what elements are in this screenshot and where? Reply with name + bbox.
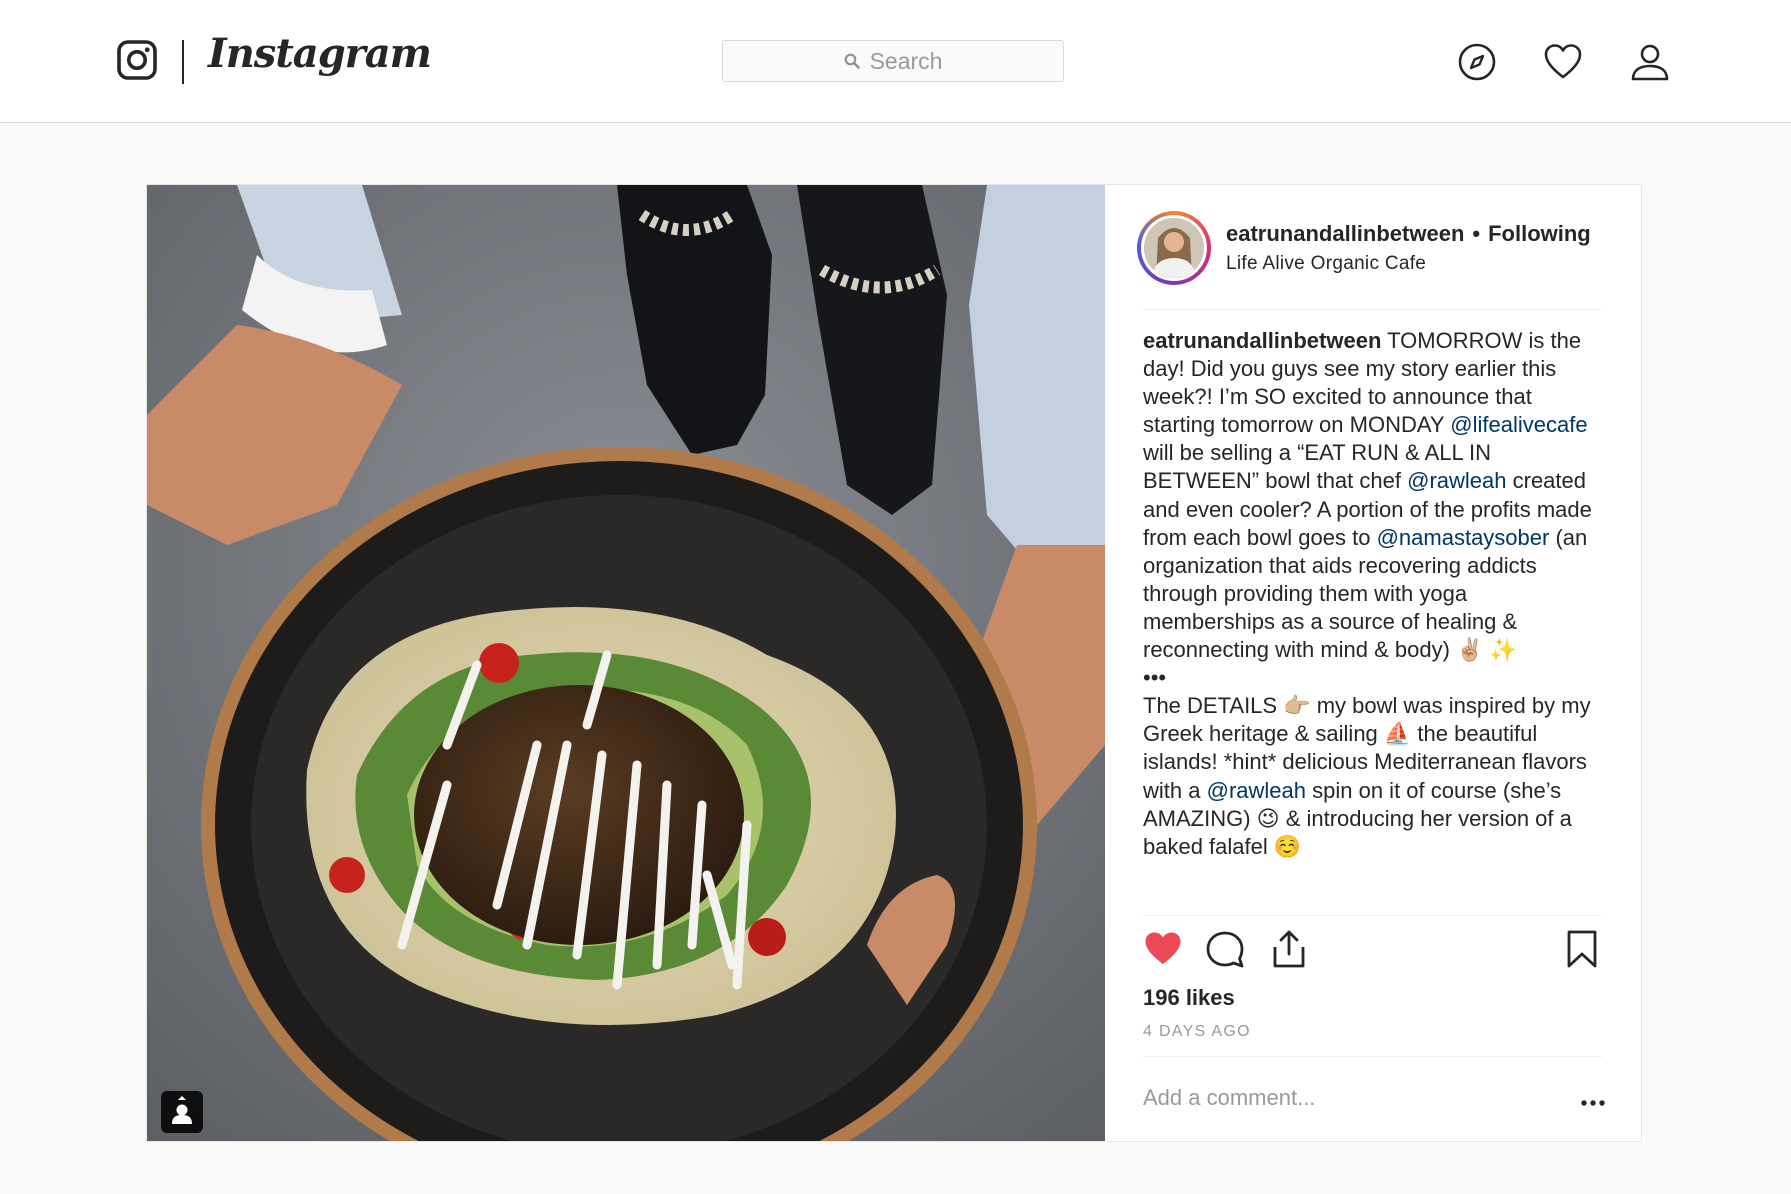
comment-input[interactable]: Add a comment... [1143, 1085, 1543, 1119]
caption-username[interactable]: eatrunandallinbetween [1143, 328, 1381, 353]
post-header: eatrunandallinbetween • Following Life Ali… [1105, 185, 1641, 309]
avatar-photo [1144, 218, 1204, 278]
share-icon[interactable] [1269, 929, 1309, 969]
instagram-wordmark[interactable]: Instagram [208, 30, 432, 77]
like-heart-icon[interactable] [1143, 929, 1183, 969]
comment-icon[interactable] [1205, 929, 1245, 969]
story-ring[interactable] [1137, 211, 1211, 285]
post-sidebar: eatrunandallinbetween • Following Life Ali… [1105, 185, 1641, 1141]
logo-divider [182, 40, 184, 84]
divider [1143, 309, 1602, 310]
mention-link[interactable]: @rawleah [1207, 778, 1306, 803]
likes-count[interactable]: 196 likes [1143, 985, 1235, 1011]
divider [1143, 915, 1602, 916]
tagged-people-icon[interactable] [161, 1091, 203, 1133]
author-row: eatrunandallinbetween • Following [1226, 221, 1602, 251]
post-actions [1143, 929, 1602, 975]
compass-icon[interactable] [1457, 42, 1497, 82]
search-placeholder: Search [869, 47, 943, 74]
food-bowl-illustration [147, 185, 1105, 1141]
author-username[interactable]: eatrunandallinbetween [1226, 221, 1464, 246]
post-caption: eatrunandallinbetween TOMORROW is the da… [1143, 327, 1602, 899]
top-navigation-bar: Instagram Search [0, 0, 1791, 123]
post-photo[interactable] [147, 185, 1105, 1141]
follow-status-button[interactable]: Following [1488, 221, 1591, 246]
heart-icon[interactable] [1543, 42, 1583, 82]
search-icon [844, 53, 860, 69]
post-card: eatrunandallinbetween • Following Life Ali… [146, 184, 1642, 1142]
location-link[interactable]: Life Alive Organic Cafe [1226, 253, 1426, 275]
separator-dot: • [1472, 221, 1481, 246]
avatar[interactable] [1141, 215, 1207, 281]
instagram-glyph-icon[interactable] [117, 40, 157, 80]
divider [1143, 1056, 1602, 1057]
mention-link[interactable]: @rawleah [1407, 468, 1506, 493]
bookmark-icon[interactable] [1562, 929, 1602, 969]
mention-link[interactable]: @lifealivecafe [1450, 412, 1587, 437]
search-input[interactable]: Search [722, 40, 1064, 82]
post-timestamp[interactable]: 4 DAYS AGO [1143, 1023, 1251, 1041]
mention-link[interactable]: @namastaysober [1377, 525, 1550, 550]
more-options-icon[interactable] [1579, 1089, 1607, 1117]
caption-divider: ••• [1143, 665, 1167, 691]
profile-icon[interactable] [1630, 42, 1670, 82]
